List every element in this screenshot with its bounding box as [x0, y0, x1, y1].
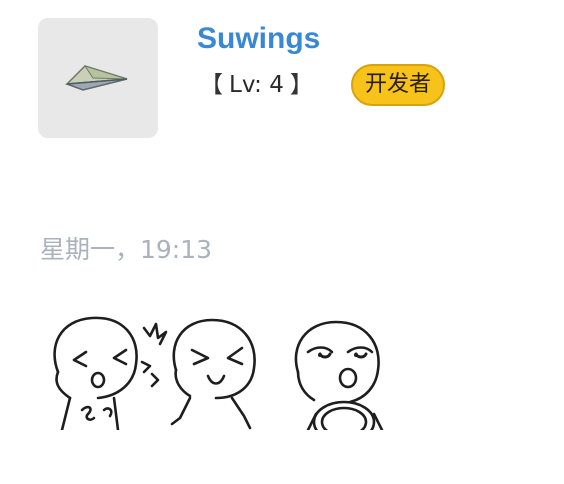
level-bracket-open: 【 — [200, 72, 223, 98]
message-timestamp: 星期一，19:13 — [40, 235, 213, 264]
user-avatar[interactable] — [38, 18, 158, 138]
three-meme-faces-sticker — [53, 316, 384, 430]
level-text: Lv: 4 — [229, 72, 284, 98]
level-bracket-close: 】 — [289, 72, 313, 98]
developer-badge: 开发者 — [351, 64, 446, 106]
sticker-message[interactable] — [44, 306, 410, 430]
username[interactable]: Suwings — [197, 20, 320, 58]
chat-page: Suwings 【 Lv: 4 】 开发者 星期一，19:13 — [0, 0, 564, 484]
user-level: 【 Lv: 4 】 — [200, 68, 313, 102]
paper-plane-icon — [65, 58, 131, 98]
